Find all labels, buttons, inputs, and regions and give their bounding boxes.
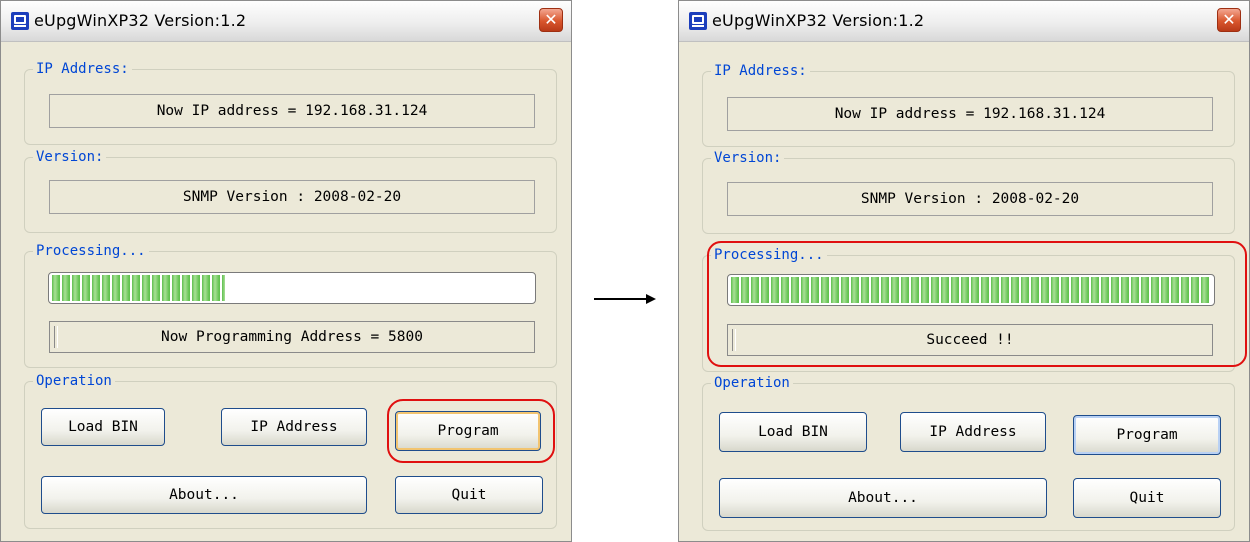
version-group-label: Version: — [711, 149, 785, 167]
app-icon — [11, 12, 29, 30]
program-button[interactable]: Program — [1073, 415, 1221, 455]
operation-group-label: Operation — [33, 372, 115, 390]
left-window: eUpgWinXP32 Version:1.2 ✕ IP Address: No… — [0, 0, 572, 542]
ip-address-group-label: IP Address: — [711, 62, 810, 80]
quit-button[interactable]: Quit — [1073, 478, 1221, 518]
window-title: eUpgWinXP32 Version:1.2 — [712, 11, 925, 30]
close-icon[interactable]: ✕ — [1217, 8, 1241, 32]
version-readout: SNMP Version : 2008-02-20 — [49, 180, 535, 214]
processing-group-highlight — [707, 241, 1247, 367]
close-icon[interactable]: ✕ — [539, 8, 563, 32]
version-readout: SNMP Version : 2008-02-20 — [727, 182, 1213, 216]
quit-button[interactable]: Quit — [395, 476, 543, 514]
status-readout: Now Programming Address = 5800 — [49, 321, 535, 353]
operation-group-label: Operation — [711, 374, 793, 392]
about-button[interactable]: About... — [41, 476, 367, 514]
right-window: eUpgWinXP32 Version:1.2 ✕ IP Address: No… — [678, 0, 1250, 542]
arrow-right-icon — [594, 298, 648, 300]
load-bin-button[interactable]: Load BIN — [41, 408, 165, 446]
load-bin-button[interactable]: Load BIN — [719, 412, 867, 452]
progress-bar — [48, 272, 536, 304]
version-group-label: Version: — [33, 148, 107, 166]
about-button[interactable]: About... — [719, 478, 1047, 518]
arrow-head-icon — [646, 294, 656, 304]
processing-group-label: Processing... — [33, 242, 149, 260]
app-icon — [689, 12, 707, 30]
program-button-highlight — [387, 399, 555, 463]
progress-fill — [52, 275, 225, 301]
ip-address-readout: Now IP address = 192.168.31.124 — [49, 94, 535, 128]
ip-address-button[interactable]: IP Address — [221, 408, 367, 446]
right-title-bar[interactable]: eUpgWinXP32 Version:1.2 ✕ — [679, 1, 1249, 42]
window-title: eUpgWinXP32 Version:1.2 — [34, 11, 247, 30]
ip-address-group-label: IP Address: — [33, 60, 132, 78]
ip-address-button[interactable]: IP Address — [900, 412, 1046, 452]
left-title-bar[interactable]: eUpgWinXP32 Version:1.2 ✕ — [1, 1, 571, 42]
ip-address-readout: Now IP address = 192.168.31.124 — [727, 97, 1213, 131]
